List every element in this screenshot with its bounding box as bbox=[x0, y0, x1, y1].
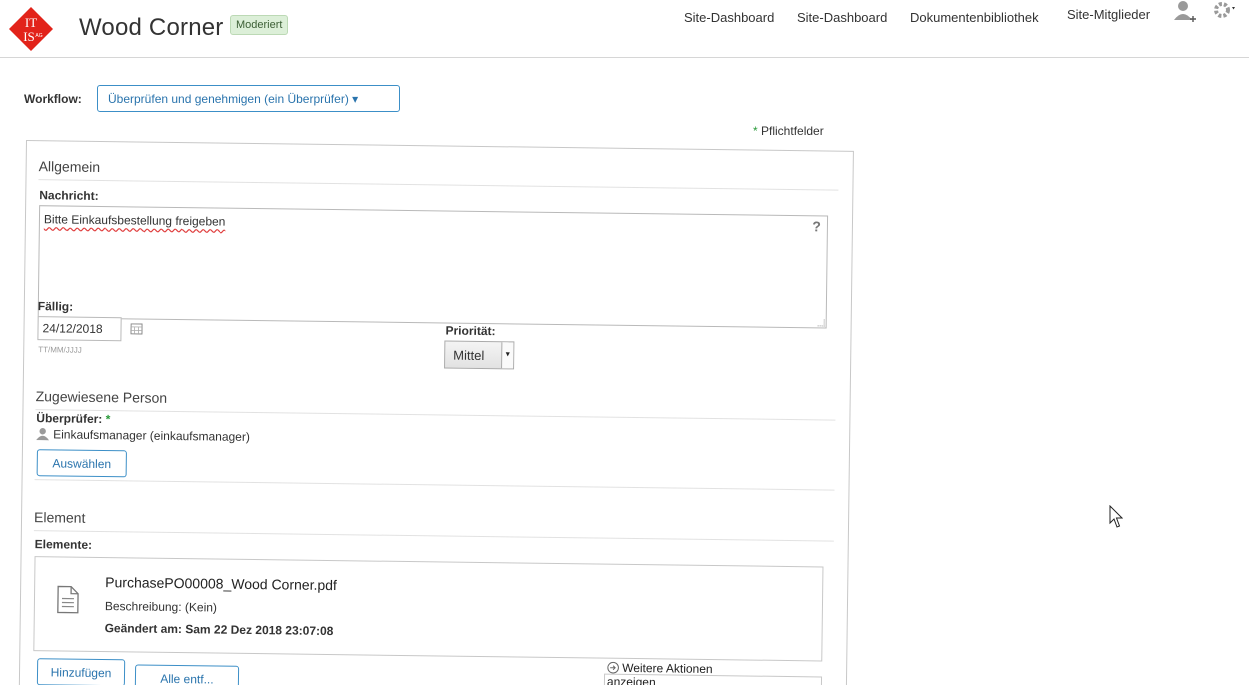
gear-icon[interactable] bbox=[1212, 0, 1238, 20]
document-icon bbox=[57, 585, 79, 614]
workflow-label: Workflow: bbox=[24, 92, 82, 106]
item-file-name[interactable]: PurchasePO00008_Wood Corner.pdf bbox=[105, 574, 337, 593]
workflow-form-panel: Allgemein Nachricht: Bitte Einkaufsbeste… bbox=[18, 140, 854, 685]
section-divider bbox=[38, 179, 839, 191]
item-modified-date: Geändert am: Sam 22 Dez 2018 23:07:08 bbox=[104, 621, 334, 639]
nav-site-dashboard-2[interactable]: Site-Dashboard bbox=[797, 10, 887, 25]
resize-grip[interactable] bbox=[817, 319, 825, 327]
date-format-hint: TT/MM/JJJJ bbox=[38, 345, 82, 355]
site-header: IT IS AG Wood Corner Moderiert Site-Dash… bbox=[0, 0, 1249, 58]
message-text: Bitte Einkaufsbestellung freigeben bbox=[43, 212, 226, 229]
remove-all-items-button[interactable]: Alle entf... bbox=[134, 664, 240, 685]
actions-box bbox=[603, 673, 823, 685]
nav-site-members[interactable]: Site-Mitglieder bbox=[1067, 7, 1150, 22]
arrow-circle-icon bbox=[607, 661, 619, 674]
svg-text:AG: AG bbox=[35, 33, 42, 39]
add-item-button[interactable]: Hinzufügen bbox=[36, 658, 126, 685]
site-title[interactable]: Wood Corner bbox=[79, 14, 224, 42]
required-star: * bbox=[105, 412, 111, 427]
priority-value: Mittel bbox=[453, 347, 485, 364]
required-star: * bbox=[753, 124, 758, 138]
section-divider bbox=[34, 479, 835, 491]
calendar-icon[interactable] bbox=[130, 323, 143, 335]
chevron-down-icon: ▼ bbox=[501, 342, 514, 369]
add-user-icon[interactable] bbox=[1174, 0, 1196, 26]
due-date-input[interactable] bbox=[37, 316, 122, 342]
message-label: Nachricht: bbox=[39, 188, 99, 203]
due-date-label: Fällig: bbox=[37, 299, 74, 314]
reviewer-label-text: Überprüfer: bbox=[36, 411, 103, 427]
workflow-dropdown[interactable]: Überprüfen und genehmigen (ein Überprüfe… bbox=[97, 85, 400, 112]
items-label: Elemente: bbox=[34, 537, 93, 552]
svg-text:IS: IS bbox=[23, 29, 35, 44]
company-logo[interactable]: IT IS AG bbox=[8, 6, 54, 52]
help-icon[interactable]: ? bbox=[812, 218, 821, 234]
section-divider bbox=[33, 530, 834, 542]
nav-document-library[interactable]: Dokumentenbibliothek bbox=[910, 10, 1039, 25]
section-title-general: Allgemein bbox=[38, 158, 101, 175]
required-fields-note: * Pflichtfelder bbox=[753, 124, 824, 138]
select-reviewer-button[interactable]: Auswählen bbox=[36, 449, 127, 478]
priority-select[interactable]: Mittel ▼ bbox=[444, 340, 515, 370]
section-title-assignee: Zugewiesene Person bbox=[35, 388, 168, 406]
required-fields-label: Pflichtfelder bbox=[761, 124, 824, 138]
section-divider bbox=[35, 409, 836, 421]
reviewer-label: Überprüfer: * bbox=[36, 411, 110, 426]
svg-text:IT: IT bbox=[25, 15, 37, 30]
items-list: PurchasePO00008_Wood Corner.pdf Beschrei… bbox=[33, 556, 824, 662]
priority-label: Priorität: bbox=[445, 323, 496, 339]
reviewer-value: Einkaufsmanager (einkaufsmanager) bbox=[53, 427, 251, 444]
moderated-badge: Moderiert bbox=[230, 15, 289, 35]
item-description: Beschreibung: (Kein) bbox=[104, 599, 218, 615]
mouse-cursor-icon bbox=[1109, 505, 1123, 528]
message-textarea[interactable]: Bitte Einkaufsbestellung freigeben ? bbox=[37, 205, 829, 329]
person-icon bbox=[36, 428, 50, 441]
nav-site-dashboard[interactable]: Site-Dashboard bbox=[684, 10, 774, 25]
section-title-element: Element bbox=[33, 509, 86, 526]
